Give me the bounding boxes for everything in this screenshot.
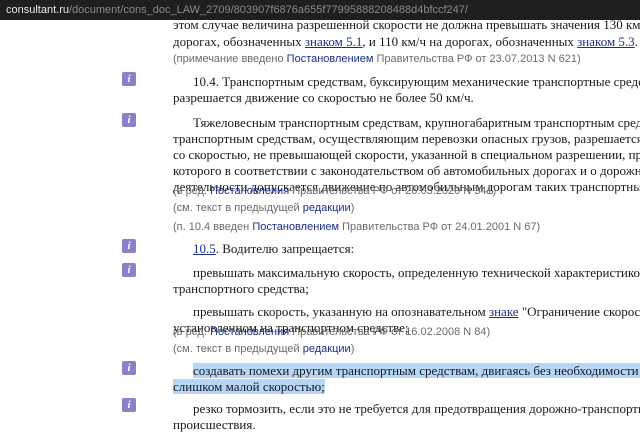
highlighted-text-line: слишком малой скоростью; (173, 379, 325, 394)
sign-5-1-link[interactable]: знаком 5.1 (305, 34, 363, 49)
section-heading: 10.5. Водителю запрещается: (193, 241, 355, 256)
previous-edition-link[interactable]: редакции (303, 202, 351, 214)
sign-5-3-link[interactable]: знаком 5.3 (577, 34, 635, 49)
amendment-note: (в ред. Постановления Правительства РФ о… (173, 326, 491, 338)
resolution-link[interactable]: Постановлением (287, 53, 374, 65)
text-line: происшествия. (173, 417, 256, 432)
text-line: этом случае величина разрешенной скорост… (173, 20, 640, 32)
highlighted-text-line: создавать помехи другим транспортным сре… (193, 363, 640, 379)
text-line: резко тормозить, если это не требуется д… (193, 401, 640, 416)
url-host: consultant.ru (6, 4, 69, 16)
text-line: со скоростью, не превышающей скорости, у… (173, 147, 640, 162)
text-line: транспортным средствам, осуществляющим п… (173, 131, 640, 146)
resolution-link[interactable]: Постановления (210, 326, 289, 338)
info-icon[interactable]: i (122, 398, 136, 412)
text-line: 10.4. Транспортным средствам, буксирующи… (193, 74, 640, 89)
text-line: транспортного средства; (173, 281, 309, 296)
info-icon[interactable]: i (122, 239, 136, 253)
resolution-link[interactable]: Постановлением (252, 221, 339, 233)
previous-edition-link[interactable]: редакции (303, 343, 351, 355)
url-path: /document/cons_doc_LAW_2709/803907f6876a… (68, 4, 468, 16)
amendment-note: (п. 10.4 введен Постановлением Правитель… (173, 221, 541, 233)
text-line: Тяжеловесным транспортным средствам, кру… (193, 115, 640, 130)
browser-url-bar[interactable]: consultant.ru/document/cons_doc_LAW_2709… (0, 0, 640, 20)
text-line: которого в соответствии с законодательст… (173, 163, 640, 178)
text-line: превышать скорость, указанную на опознав… (193, 304, 640, 319)
info-icon[interactable]: i (122, 361, 136, 375)
text-line: дорогах, обозначенных знаком 5.1, и 110 … (173, 34, 638, 49)
info-icon[interactable]: i (122, 72, 136, 86)
amendment-note: (примечание введено Постановлением Прави… (173, 53, 581, 65)
document-body: этом случае величина разрешенной скорост… (0, 20, 640, 438)
sign-link[interactable]: знаке (489, 304, 519, 319)
previous-edition-note: (см. текст в предыдущей редакции) (173, 202, 355, 214)
text-line: превышать максимальную скорость, определ… (193, 265, 640, 280)
info-icon[interactable]: i (122, 263, 136, 277)
amendment-note: (в ред. Постановления Правительства РФ о… (173, 185, 497, 197)
resolution-link[interactable]: Постановления (210, 185, 289, 197)
text-line: разрешается движение со скоростью не бол… (173, 90, 474, 105)
info-icon[interactable]: i (122, 113, 136, 127)
previous-edition-note: (см. текст в предыдущей редакции) (173, 343, 355, 355)
section-10-5-link[interactable]: 10.5 (193, 241, 216, 256)
